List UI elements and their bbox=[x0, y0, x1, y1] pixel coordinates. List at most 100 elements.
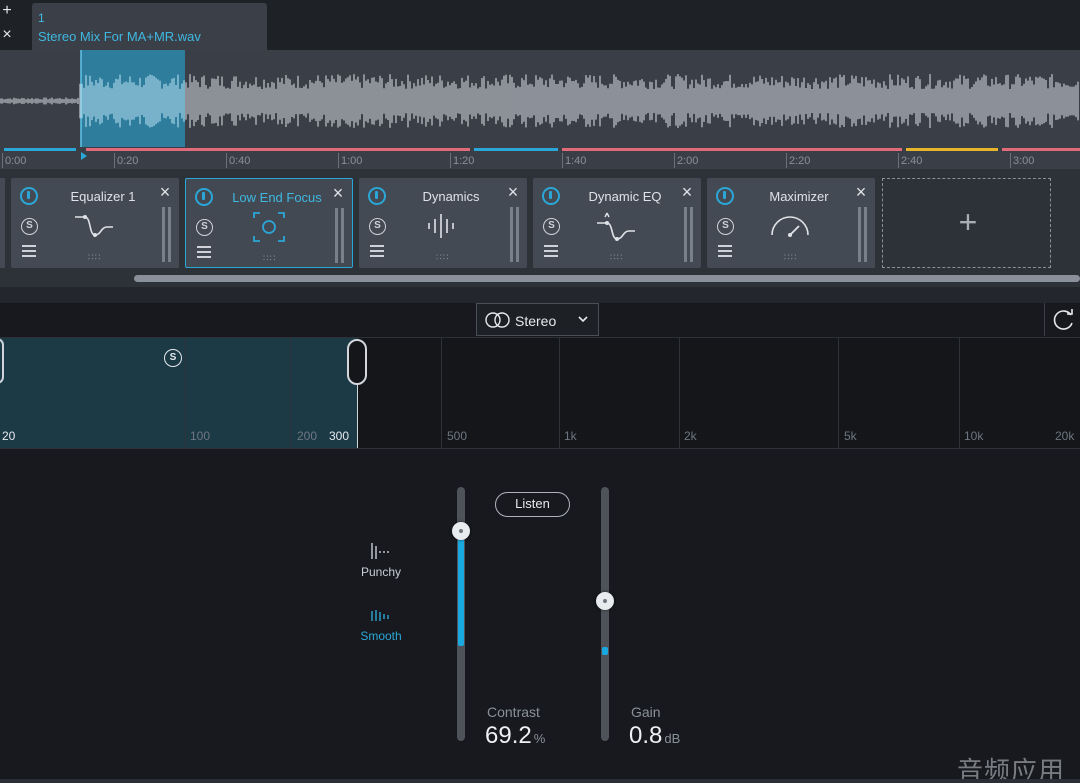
drag-handle-icon[interactable]: ∷∷ bbox=[263, 253, 276, 264]
close-icon[interactable]: × bbox=[854, 183, 868, 201]
gain-slider[interactable] bbox=[601, 487, 609, 741]
file-tab-number: 1 bbox=[38, 11, 45, 25]
power-icon[interactable] bbox=[195, 188, 213, 206]
level-meter bbox=[162, 207, 172, 262]
menu-icon[interactable] bbox=[197, 246, 211, 258]
region-segment[interactable] bbox=[562, 148, 902, 151]
band-solo-icon[interactable]: S bbox=[164, 349, 182, 367]
drag-handle-icon[interactable]: ∷∷ bbox=[88, 252, 101, 263]
freq-label: 10k bbox=[964, 429, 984, 443]
solo-icon[interactable]: S bbox=[717, 218, 734, 235]
chevron-down-icon bbox=[577, 311, 589, 330]
module-title: Dynamics bbox=[422, 189, 480, 204]
menu-icon[interactable] bbox=[718, 245, 732, 257]
add-icon: + bbox=[958, 204, 978, 240]
mode-smooth[interactable]: Smooth bbox=[350, 605, 412, 643]
gain-slider-thumb[interactable] bbox=[596, 592, 614, 610]
contrast-slider-thumb[interactable] bbox=[452, 522, 470, 540]
solo-icon[interactable]: S bbox=[21, 218, 38, 235]
close-icon[interactable]: × bbox=[506, 183, 520, 201]
module-title: Maximizer bbox=[769, 189, 829, 204]
divider-bar bbox=[0, 287, 1080, 303]
module-low-end-focus[interactable]: S Low End Focus × ∷∷ bbox=[185, 178, 353, 268]
channel-mode-label: Stereo bbox=[515, 313, 557, 329]
region-segment[interactable] bbox=[1002, 148, 1080, 151]
time-ruler[interactable]: 0:00 0:20 0:40 1:00 1:20 1:40 2:00 2:20 2:40 3:00 bbox=[0, 152, 1080, 169]
punchy-icon bbox=[371, 543, 389, 559]
listen-button[interactable]: Listen bbox=[495, 492, 570, 517]
drag-handle-icon[interactable]: ∷∷ bbox=[436, 252, 449, 263]
freq-label: 2k bbox=[684, 429, 697, 443]
drag-handle-icon[interactable]: ∷∷ bbox=[610, 252, 623, 263]
close-icon[interactable]: × bbox=[680, 183, 694, 201]
power-icon[interactable] bbox=[368, 187, 386, 205]
module-equalizer[interactable]: S Equalizer 1 × ∷∷ bbox=[11, 178, 179, 268]
time-tick: 1:00 bbox=[338, 153, 362, 168]
eq-curve-icon bbox=[75, 215, 113, 237]
channel-mode-dropdown[interactable]: Stereo bbox=[476, 303, 599, 336]
region-segment[interactable] bbox=[906, 148, 998, 151]
contrast-label: Contrast bbox=[487, 704, 540, 720]
add-module-button[interactable]: + bbox=[882, 178, 1051, 268]
region-segment[interactable] bbox=[474, 148, 558, 151]
module-dynamics[interactable]: S Dynamics × ∷∷ bbox=[359, 178, 527, 268]
level-meter bbox=[335, 208, 345, 263]
file-tab[interactable]: 1 Stereo Mix For MA+MR.wav bbox=[32, 3, 267, 50]
level-meter bbox=[684, 207, 694, 262]
freq-label: 500 bbox=[447, 429, 468, 443]
region-segment[interactable] bbox=[86, 148, 470, 151]
time-tick: 1:20 bbox=[450, 153, 474, 168]
level-meter bbox=[858, 207, 868, 262]
module-title: Low End Focus bbox=[232, 190, 322, 205]
mode-label: Punchy bbox=[360, 565, 402, 579]
time-tick: 1:40 bbox=[562, 153, 586, 168]
menu-icon[interactable] bbox=[544, 245, 558, 257]
smooth-icon bbox=[371, 610, 389, 621]
playhead-marker[interactable] bbox=[81, 152, 87, 160]
band-handle-left[interactable] bbox=[0, 338, 4, 384]
close-icon[interactable]: × bbox=[158, 183, 172, 201]
focus-target-icon bbox=[253, 212, 285, 242]
module-maximizer[interactable]: S Maximizer × ∷∷ bbox=[707, 178, 875, 268]
time-tick: 2:20 bbox=[786, 153, 810, 168]
band-handle-right[interactable] bbox=[347, 339, 367, 385]
module-partial-left bbox=[0, 178, 5, 268]
time-tick: 0:40 bbox=[226, 153, 250, 168]
reset-button[interactable] bbox=[1044, 303, 1080, 336]
gain-unit: dB bbox=[664, 731, 681, 746]
time-tick: 0:20 bbox=[114, 153, 138, 168]
region-segment[interactable] bbox=[4, 148, 76, 151]
module-chain: S Equalizer 1 × ∷∷ S Low End Focus × ∷∷ … bbox=[0, 169, 1080, 287]
power-icon[interactable] bbox=[542, 187, 560, 205]
module-title: Equalizer 1 bbox=[70, 189, 136, 204]
bottom-edge bbox=[0, 779, 1080, 783]
module-title: Dynamic EQ bbox=[588, 189, 662, 204]
level-meter bbox=[510, 207, 520, 262]
close-icon[interactable]: × bbox=[331, 184, 345, 202]
waveform-overview[interactable] bbox=[0, 50, 1080, 148]
close-tab-icon[interactable]: × bbox=[0, 27, 14, 43]
solo-icon[interactable]: S bbox=[543, 218, 560, 235]
dynamics-bars-icon bbox=[428, 214, 454, 238]
freq-label: 200 bbox=[297, 429, 318, 443]
contrast-value: 69.2 bbox=[485, 722, 532, 749]
solo-icon[interactable]: S bbox=[196, 219, 213, 236]
mode-punchy[interactable]: Punchy bbox=[350, 541, 412, 579]
time-tick: 0:00 bbox=[2, 153, 26, 168]
menu-icon[interactable] bbox=[370, 245, 384, 257]
power-icon[interactable] bbox=[716, 187, 734, 205]
file-tab-name: Stereo Mix For MA+MR.wav bbox=[38, 29, 201, 44]
gain-slider-fill bbox=[602, 647, 608, 655]
mode-label: Smooth bbox=[360, 629, 402, 643]
menu-icon[interactable] bbox=[22, 245, 36, 257]
frequency-band-display[interactable]: 20 100 200 300 500 1k 2k 5k 10k 20k S bbox=[0, 337, 1080, 449]
add-tab-icon[interactable]: + bbox=[0, 3, 14, 19]
time-tick: 2:40 bbox=[898, 153, 922, 168]
chain-scrollbar[interactable] bbox=[134, 275, 1080, 282]
power-icon[interactable] bbox=[20, 187, 38, 205]
drag-handle-icon[interactable]: ∷∷ bbox=[784, 252, 797, 263]
gain-label: Gain bbox=[631, 704, 661, 720]
tab-strip: + × 1 Stereo Mix For MA+MR.wav bbox=[0, 0, 1080, 50]
module-dynamic-eq[interactable]: S Dynamic EQ × ∷∷ bbox=[533, 178, 701, 268]
solo-icon[interactable]: S bbox=[369, 218, 386, 235]
